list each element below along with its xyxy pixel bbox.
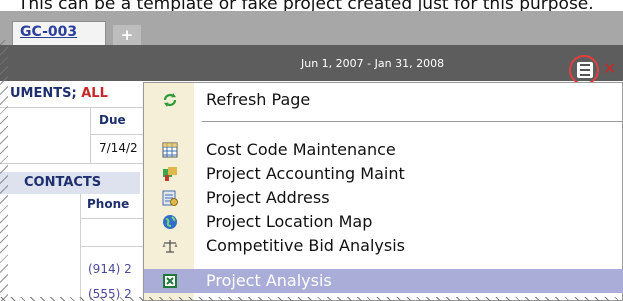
menu-item-label: Project Accounting Maint — [206, 164, 405, 183]
menu-separator — [202, 121, 622, 122]
divider — [0, 107, 143, 108]
project-context-menu: Refresh Page Cost Code Maintenance Proje… — [143, 82, 623, 301]
grid-icon — [162, 142, 178, 158]
menu-item-project-accounting-maint[interactable]: Project Accounting Maint — [144, 162, 623, 186]
due-value: 7/14/2 — [99, 141, 138, 155]
menu-item-project-address[interactable]: Project Address — [144, 186, 623, 210]
divider — [80, 218, 143, 219]
due-header: Due — [99, 113, 126, 127]
menu-item-label: Cost Code Maintenance — [206, 140, 396, 159]
divider — [90, 107, 91, 163]
torn-edge — [0, 40, 8, 301]
contacts-header: CONTACTS — [0, 172, 140, 194]
menu-item-label: Project Analysis — [206, 271, 332, 290]
torn-edge — [0, 297, 623, 301]
divider — [80, 246, 143, 247]
documents-header: UMENTS; ALL — [10, 86, 108, 101]
divider — [0, 163, 143, 164]
tab-strip: GC-003 + — [0, 11, 623, 45]
tab-label[interactable]: GC-003 — [20, 24, 77, 40]
globe-icon — [162, 214, 178, 230]
menu-item-cost-code-maintenance[interactable]: Cost Code Maintenance — [144, 138, 623, 162]
spreadsheet-icon — [162, 273, 178, 289]
menu-item-label: Project Location Map — [206, 212, 373, 231]
menu-item-project-location-map[interactable]: Project Location Map — [144, 210, 623, 234]
phone-header: Phone — [87, 197, 130, 211]
phone-link[interactable]: (914) 2 — [88, 262, 132, 276]
menu-item-label: Project Address — [206, 188, 330, 207]
menu-item-competitive-bid-analysis[interactable]: Competitive Bid Analysis — [144, 234, 623, 258]
accounting-icon — [162, 166, 178, 182]
menu-item-project-analysis[interactable]: Project Analysis — [144, 269, 623, 293]
menu-item-refresh-page[interactable]: Refresh Page — [144, 88, 623, 112]
documents-all-link[interactable]: ALL — [81, 86, 108, 101]
annotation-circle — [569, 55, 599, 85]
header-bar: Jun 1, 2007 - Jan 31, 2008 — [0, 45, 623, 81]
documents-label: UMENTS; — [10, 86, 77, 101]
close-icon[interactable]: ✕ — [603, 59, 616, 78]
add-tab-button[interactable]: + — [113, 25, 141, 45]
divider — [80, 194, 81, 301]
menu-item-label: Competitive Bid Analysis — [206, 236, 405, 255]
menu-item-label: Refresh Page — [206, 90, 311, 109]
tab-project[interactable]: GC-003 — [12, 21, 106, 45]
address-icon — [162, 190, 178, 206]
refresh-icon — [162, 92, 178, 108]
divider — [90, 134, 143, 135]
scales-icon — [162, 238, 178, 254]
date-range: Jun 1, 2007 - Jan 31, 2008 — [301, 57, 445, 70]
